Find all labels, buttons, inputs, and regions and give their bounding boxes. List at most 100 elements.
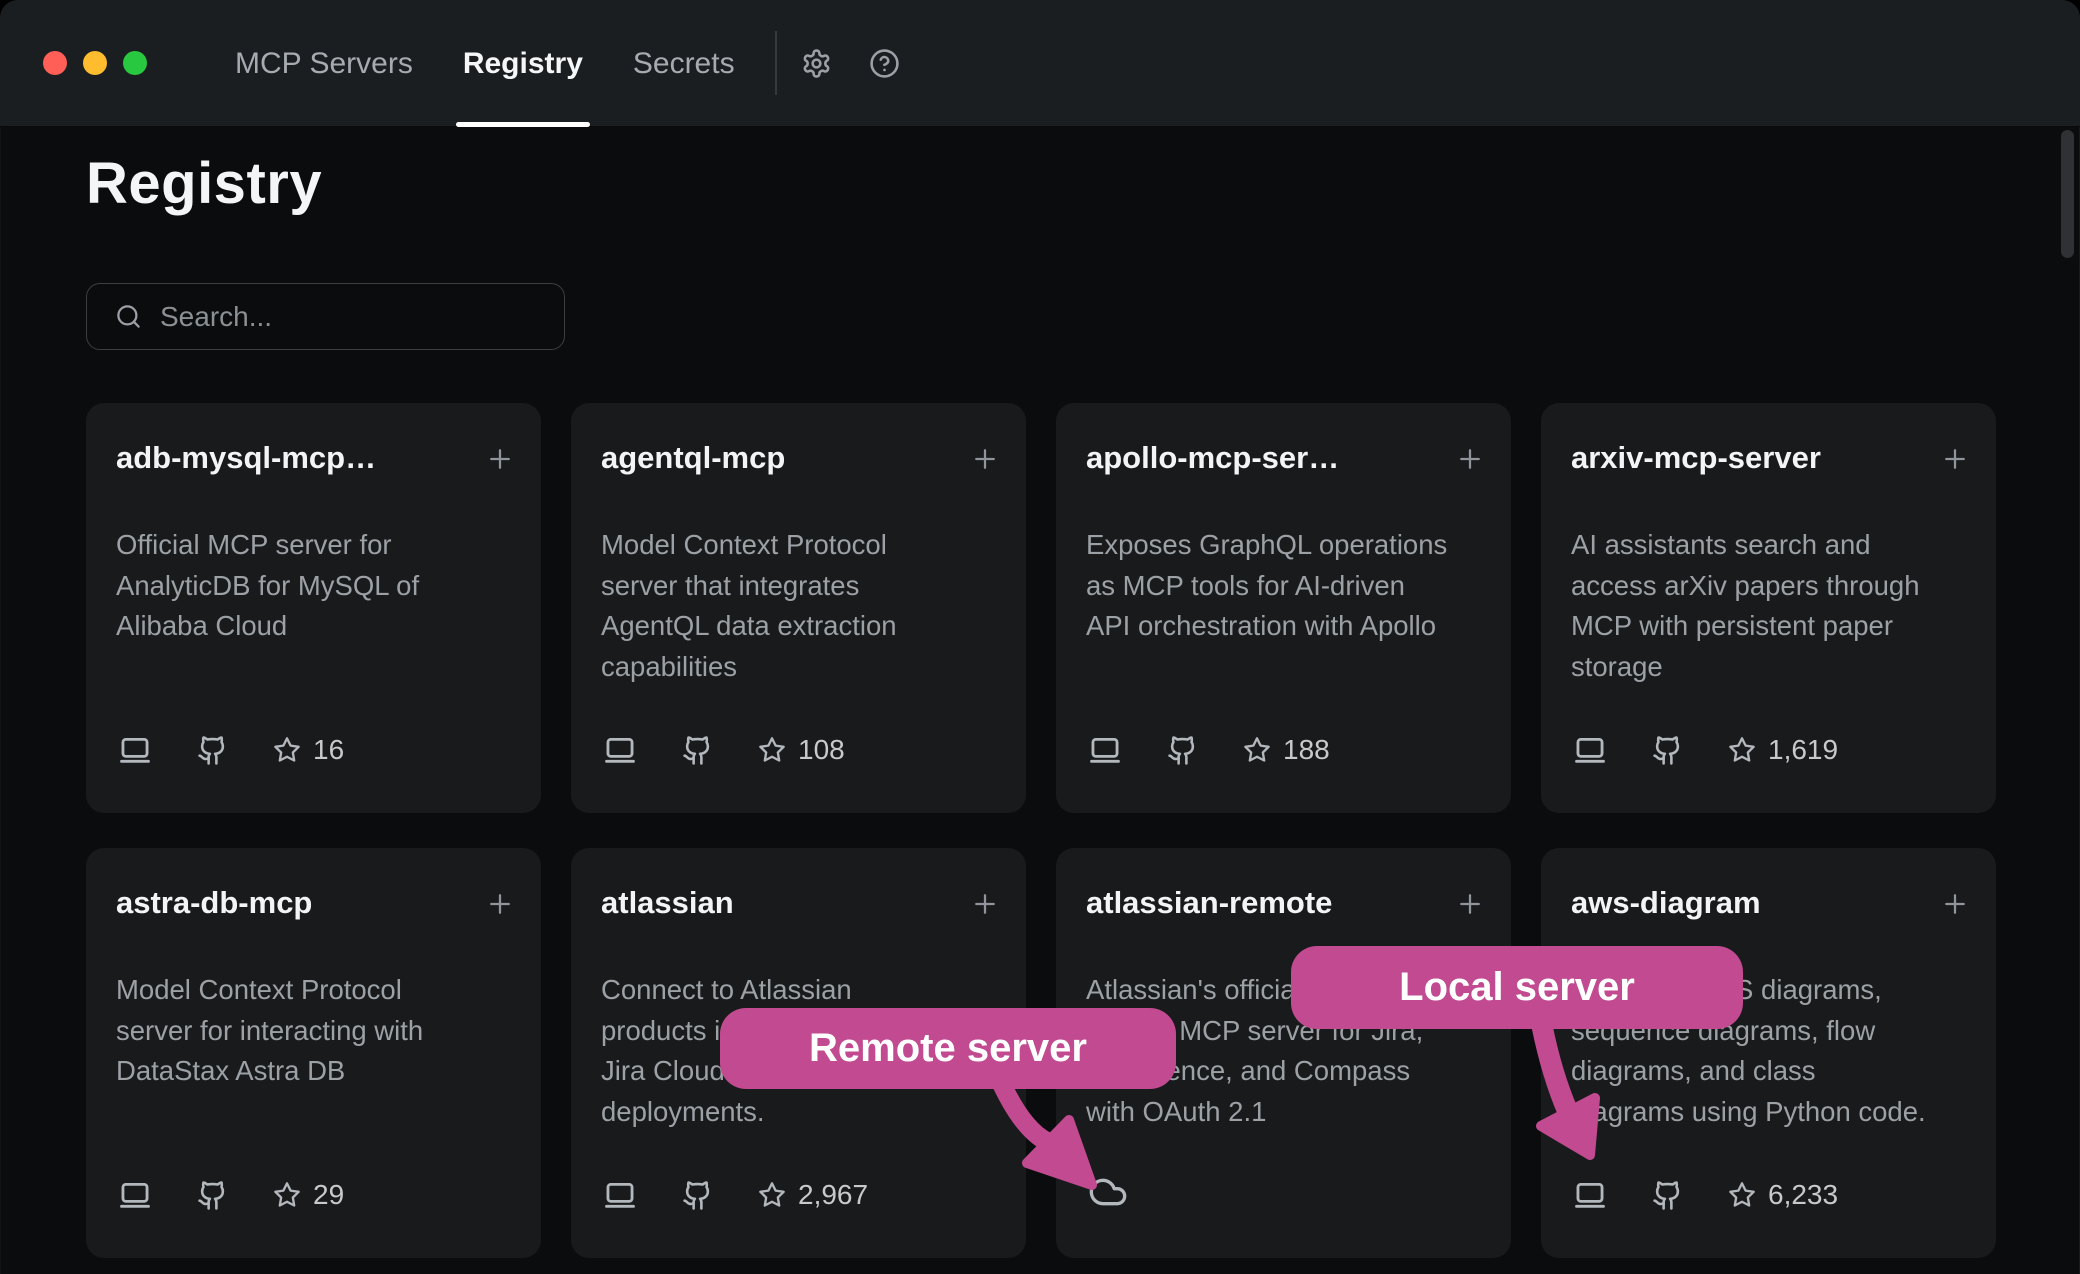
server-description: AI assistants search andaccess arXiv pap…: [1571, 525, 1972, 687]
card-footer: 2,967: [603, 1178, 868, 1212]
tab-secrets[interactable]: Secrets: [633, 0, 735, 127]
plus-icon: [970, 889, 1000, 919]
description-line: diagrams, and class: [1571, 1051, 1972, 1092]
plus-icon: [1940, 444, 1970, 474]
card-header: agentql-mcp: [601, 440, 1000, 476]
search-input[interactable]: [160, 301, 542, 333]
description-line: Model Context Protocol: [601, 525, 1002, 566]
add-server-button[interactable]: [1455, 889, 1485, 919]
star-count: 16: [313, 734, 344, 766]
plus-icon: [1455, 889, 1485, 919]
github-icon: [682, 735, 713, 766]
registry-card[interactable]: astra-db-mcp Model Context Protocolserve…: [86, 848, 541, 1258]
star-icon: [273, 736, 301, 764]
help-icon: [869, 48, 900, 79]
star-icon: [273, 1181, 301, 1209]
footer-local-icons: 188: [1088, 733, 1330, 767]
zoom-button[interactable]: [123, 51, 147, 75]
card-header: apollo-mcp-ser…: [1086, 440, 1485, 476]
add-server-button[interactable]: [485, 444, 515, 474]
footer-local-icons: 108: [603, 733, 845, 767]
github-icon: [197, 735, 228, 766]
card-footer: 108: [603, 733, 845, 767]
star-count: 1,619: [1768, 734, 1838, 766]
card-footer: 16: [118, 733, 344, 767]
footer-local-icons: 1,619: [1573, 733, 1838, 767]
add-server-button[interactable]: [970, 444, 1000, 474]
card-header: atlassian-remote: [1086, 885, 1485, 921]
description-line: deployments.: [601, 1092, 1002, 1133]
description-line: Exposes GraphQL operations: [1086, 525, 1487, 566]
remote-server-badge: Remote server: [720, 1008, 1176, 1089]
local-server-badge-label: Local server: [1399, 965, 1635, 1010]
stars: 108: [758, 734, 845, 766]
add-server-button[interactable]: [1940, 444, 1970, 474]
star-count: 2,967: [798, 1179, 868, 1211]
laptop-icon: [1088, 733, 1122, 767]
card-footer: 29: [118, 1178, 344, 1212]
stars: 2,967: [758, 1179, 868, 1211]
tab-registry[interactable]: Registry: [463, 0, 583, 127]
laptop-icon: [603, 1178, 637, 1212]
star-icon: [758, 1181, 786, 1209]
card-header: arxiv-mcp-server: [1571, 440, 1970, 476]
scrollbar-thumb[interactable]: [2061, 130, 2074, 258]
plus-icon: [485, 889, 515, 919]
description-line: MCP with persistent paper: [1571, 606, 1972, 647]
server-name: arxiv-mcp-server: [1571, 440, 1821, 476]
settings-button[interactable]: [791, 38, 841, 88]
card-header: aws-diagram: [1571, 885, 1970, 921]
traffic-lights: [43, 51, 147, 75]
search-box: [86, 283, 565, 350]
laptop-icon: [118, 733, 152, 767]
plus-icon: [1455, 444, 1485, 474]
server-description: Model Context Protocolserver that integr…: [601, 525, 1002, 687]
add-server-button[interactable]: [970, 889, 1000, 919]
description-line: diagrams using Python code.: [1571, 1092, 1972, 1133]
tab-mcp-servers[interactable]: MCP Servers: [235, 0, 413, 127]
add-server-button[interactable]: [1940, 889, 1970, 919]
add-server-button[interactable]: [485, 889, 515, 919]
plus-icon: [970, 444, 1000, 474]
star-count: 29: [313, 1179, 344, 1211]
description-line: API orchestration with Apollo: [1086, 606, 1487, 647]
description-line: Official MCP server for: [116, 525, 517, 566]
registry-card[interactable]: apollo-mcp-ser… Exposes GraphQL operatio…: [1056, 403, 1511, 813]
star-count: 188: [1283, 734, 1330, 766]
page-title: Registry: [86, 150, 322, 217]
server-name: aws-diagram: [1571, 885, 1761, 921]
close-button[interactable]: [43, 51, 67, 75]
remote-server-badge-label: Remote server: [809, 1026, 1087, 1071]
github-icon: [682, 1180, 713, 1211]
server-name: astra-db-mcp: [116, 885, 312, 921]
star-count: 108: [798, 734, 845, 766]
stars: 29: [273, 1179, 344, 1211]
laptop-icon: [1573, 1178, 1607, 1212]
registry-card[interactable]: adb-mysql-mcp… Official MCP server forAn…: [86, 403, 541, 813]
card-footer: 188: [1088, 733, 1330, 767]
card-header: astra-db-mcp: [116, 885, 515, 921]
plus-icon: [485, 444, 515, 474]
star-icon: [1243, 736, 1271, 764]
github-icon: [197, 1180, 228, 1211]
laptop-icon: [1573, 733, 1607, 767]
description-line: server that integrates: [601, 566, 1002, 607]
star-count: 6,233: [1768, 1179, 1838, 1211]
laptop-icon: [118, 1178, 152, 1212]
main-nav: MCP Servers Registry Secrets: [235, 0, 735, 127]
description-line: DataStax Astra DB: [116, 1051, 517, 1092]
help-button[interactable]: [859, 38, 909, 88]
registry-card[interactable]: arxiv-mcp-server AI assistants search an…: [1541, 403, 1996, 813]
star-icon: [1728, 736, 1756, 764]
github-icon: [1652, 1180, 1683, 1211]
add-server-button[interactable]: [1455, 444, 1485, 474]
registry-card[interactable]: agentql-mcp Model Context Protocolserver…: [571, 403, 1026, 813]
local-server-badge: Local server: [1291, 946, 1743, 1029]
description-line: Connect to Atlassian: [601, 970, 1002, 1011]
description-line: as MCP tools for AI-driven: [1086, 566, 1487, 607]
github-icon: [1652, 735, 1683, 766]
footer-local-icons: 29: [118, 1178, 344, 1212]
registry-card[interactable]: aws-diagram Generate AWS diagrams,sequen…: [1541, 848, 1996, 1258]
minimize-button[interactable]: [83, 51, 107, 75]
description-line: server for interacting with: [116, 1011, 517, 1052]
